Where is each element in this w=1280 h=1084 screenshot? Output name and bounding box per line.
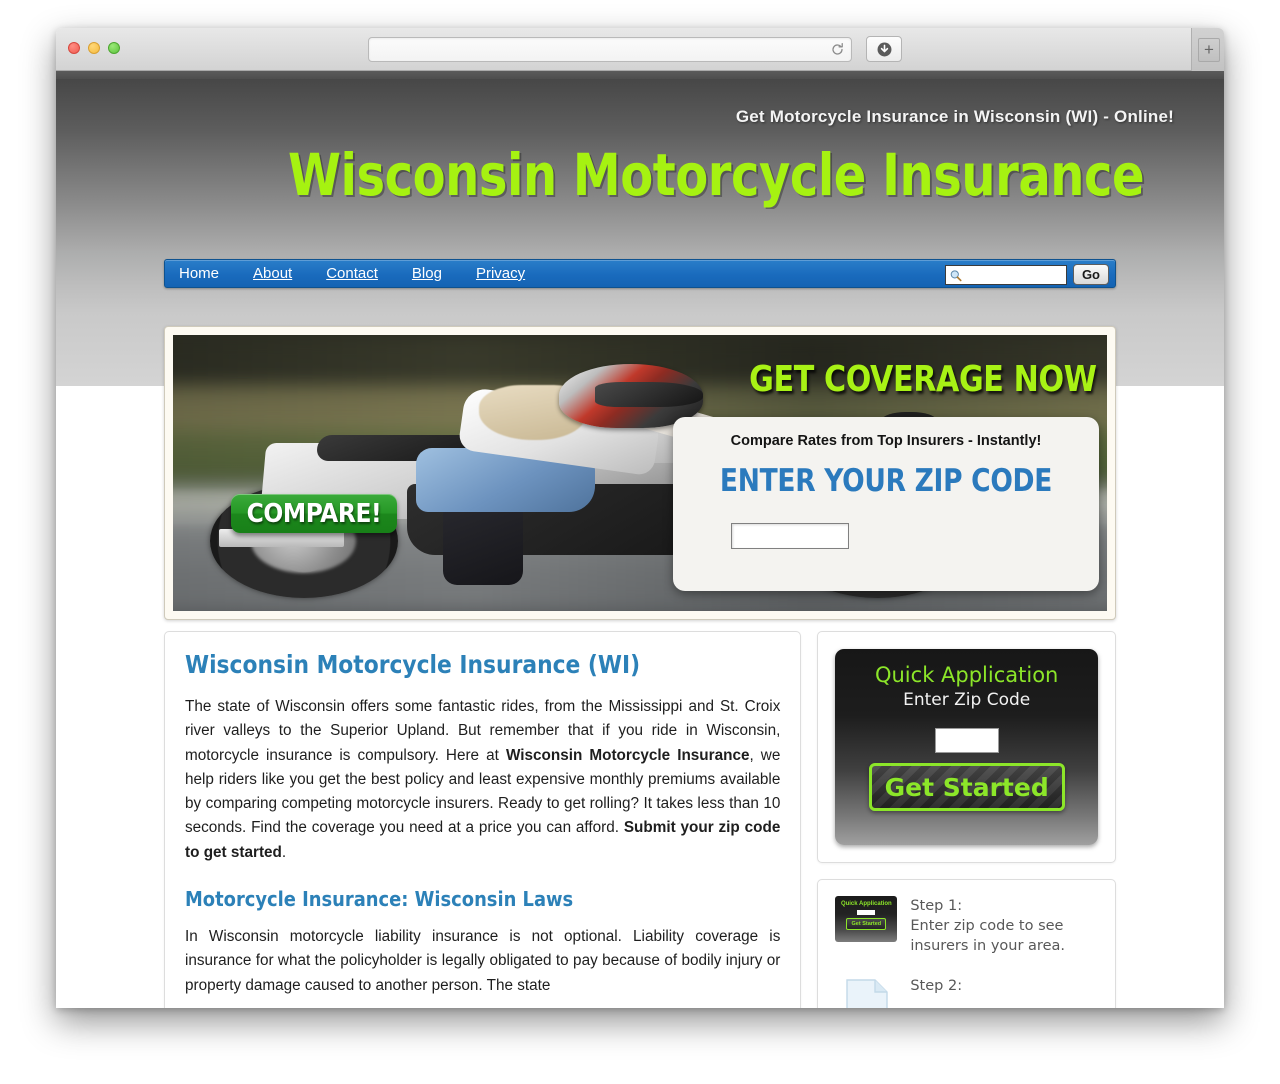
site-tagline: Get Motorcycle Insurance in Wisconsin (W… bbox=[735, 107, 1174, 126]
quick-application-thumbnail-icon: Quick Application Get Started bbox=[835, 896, 898, 942]
downloads-button[interactable] bbox=[866, 36, 902, 62]
thumb-title: Quick Application bbox=[840, 901, 892, 907]
content-columns: Wisconsin Motorcycle Insurance (WI) The … bbox=[164, 631, 1116, 1008]
zip-code-panel: Compare Rates from Top Insurers - Instan… bbox=[673, 417, 1099, 591]
step-item-1: Quick Application Get Started Step 1: En… bbox=[835, 896, 1098, 956]
site-title: Wisconsin Motorcycle Insurance bbox=[288, 141, 1145, 209]
quick-application-title: Quick Application bbox=[874, 663, 1059, 687]
article-card: Wisconsin Motorcycle Insurance (WI) The … bbox=[164, 631, 802, 1008]
thumb-input bbox=[857, 910, 876, 915]
window-controls bbox=[68, 42, 120, 54]
quick-application-card: Quick Application Enter Zip Code Get Sta… bbox=[817, 631, 1116, 863]
site-header: Get Motorcycle Insurance in Wisconsin (W… bbox=[56, 79, 1224, 250]
search-go-button[interactable]: Go bbox=[1072, 264, 1109, 285]
p1-bold-a: Wisconsin Motorcycle Insurance bbox=[505, 746, 750, 764]
quick-application-widget: Quick Application Enter Zip Code Get Sta… bbox=[835, 649, 1098, 845]
nav-links: Home About Contact Blog Privacy bbox=[165, 265, 559, 282]
step-2-text: Step 2: bbox=[910, 976, 962, 996]
nav-item-blog[interactable]: Blog bbox=[412, 265, 442, 282]
toolbar-divider bbox=[56, 71, 1224, 79]
close-window-button[interactable] bbox=[68, 42, 80, 54]
quick-application-zip-input[interactable] bbox=[934, 728, 999, 753]
quick-application-subtitle: Enter Zip Code bbox=[903, 690, 1031, 710]
nav-item-privacy[interactable]: Privacy bbox=[476, 265, 525, 282]
minimize-window-button[interactable] bbox=[88, 42, 100, 54]
get-started-button[interactable]: Get Started bbox=[868, 763, 1065, 811]
page-viewport: Get Motorcycle Insurance in Wisconsin (W… bbox=[56, 79, 1224, 1008]
step-1-label: Step 1: bbox=[910, 898, 963, 914]
hero-subtitle: Compare Rates from Top Insurers - Instan… bbox=[730, 433, 1042, 449]
sidebar: Quick Application Enter Zip Code Get Sta… bbox=[817, 631, 1116, 1008]
page-title: Wisconsin Motorcycle Insurance (WI) bbox=[185, 650, 641, 679]
hero-zone: GET COVERAGE NOW Compare Rates from Top … bbox=[56, 313, 1224, 620]
nav-item-about[interactable]: About bbox=[253, 265, 292, 282]
browser-window: + Get Motorcycle Insurance in Wisconsin … bbox=[56, 28, 1224, 1008]
document-icon bbox=[835, 976, 897, 1008]
search-input[interactable] bbox=[945, 266, 1066, 285]
magnifier-icon bbox=[950, 269, 962, 281]
zoom-window-button[interactable] bbox=[108, 42, 120, 54]
hero-headline: GET COVERAGE NOW bbox=[749, 359, 1098, 400]
step-1-description: Enter zip code to see insurers in your a… bbox=[910, 918, 1065, 954]
step-2-label: Step 2: bbox=[910, 978, 963, 994]
reload-icon[interactable] bbox=[830, 42, 845, 57]
hero-zip-input[interactable] bbox=[731, 523, 849, 549]
thumb-button: Get Started bbox=[846, 918, 887, 930]
main-navigation: Home About Contact Blog Privacy Go bbox=[164, 259, 1116, 288]
p1-text-c: . bbox=[281, 843, 287, 861]
article-subheading: Motorcycle Insurance: Wisconsin Laws bbox=[185, 887, 574, 912]
nav-item-contact[interactable]: Contact bbox=[326, 265, 378, 282]
nav-item-home[interactable]: Home bbox=[179, 265, 219, 282]
step-item-2: Step 2: bbox=[835, 976, 1098, 1008]
new-tab-button[interactable]: + bbox=[1198, 38, 1220, 62]
browser-titlebar: + bbox=[56, 28, 1224, 71]
download-arrow-icon bbox=[877, 42, 891, 56]
article-paragraph-2: In Wisconsin motorcycle liability insura… bbox=[185, 928, 781, 994]
document-icon-glyph bbox=[846, 979, 889, 1008]
search-field bbox=[944, 264, 1067, 285]
address-bar-container bbox=[368, 37, 852, 62]
hero-banner: GET COVERAGE NOW Compare Rates from Top … bbox=[164, 326, 1116, 620]
nav-search-area: Go bbox=[944, 264, 1109, 285]
step-1-text: Step 1: Enter zip code to see insurers i… bbox=[910, 896, 1098, 956]
tab-strip-right: + bbox=[1191, 28, 1224, 71]
nav-zone: Home About Contact Blog Privacy Go bbox=[56, 250, 1224, 313]
address-bar-input[interactable] bbox=[368, 37, 852, 62]
article-paragraph-1: The state of Wisconsin offers some fanta… bbox=[185, 695, 780, 865]
hero-zip-title: ENTER YOUR ZIP CODE bbox=[719, 463, 1053, 499]
steps-card: Quick Application Get Started Step 1: En… bbox=[817, 879, 1116, 1008]
hero-inner: GET COVERAGE NOW Compare Rates from Top … bbox=[173, 335, 1107, 611]
compare-button[interactable]: COMPARE! bbox=[231, 494, 397, 533]
